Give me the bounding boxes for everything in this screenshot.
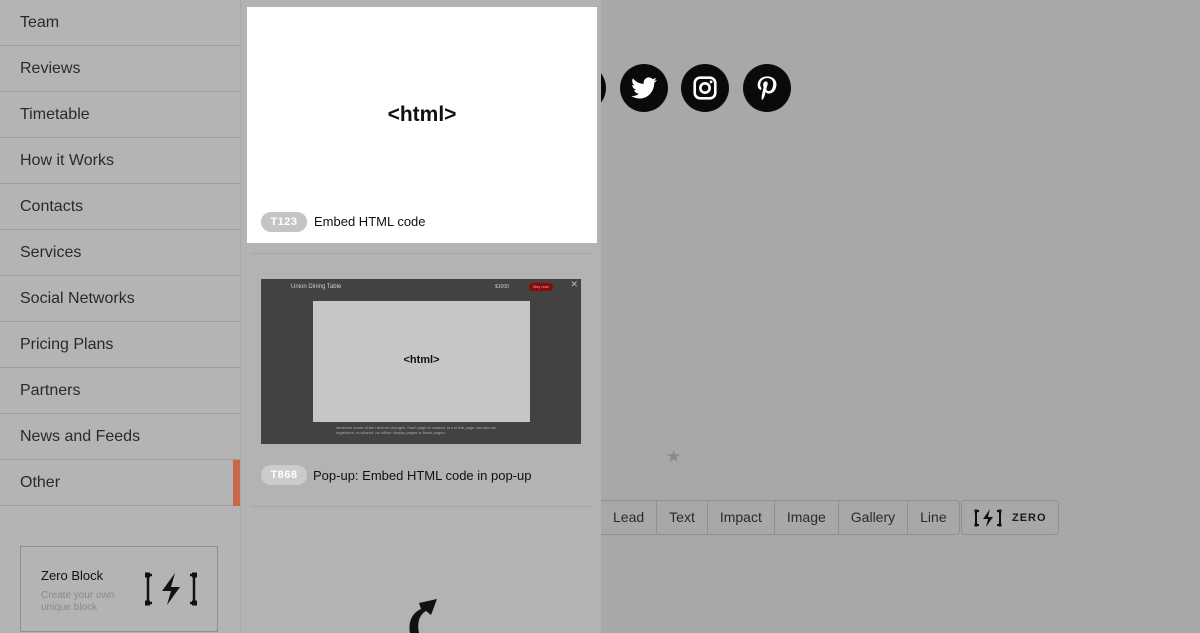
sidebar-item-label: Other (20, 473, 61, 491)
sidebar-item-label: News and Feeds (20, 427, 141, 445)
template-card-t123[interactable]: <html> T123 Embed HTML code (247, 7, 597, 243)
template-name: Embed HTML code (314, 214, 426, 229)
sidebar-item-pricing-plans[interactable]: Pricing Plans (0, 322, 240, 368)
sidebar-item-reviews[interactable]: Reviews (0, 46, 240, 92)
zero-block-description: Create your own unique block (41, 590, 115, 613)
sidebar-item-label: Reviews (20, 59, 81, 77)
filter-image[interactable]: Image (773, 501, 838, 534)
filter-text[interactable]: Text (656, 501, 707, 534)
zero-button[interactable]: ZERO (961, 500, 1059, 535)
sidebar-item-label: Pricing Plans (20, 335, 114, 353)
cursor-arrow-icon (409, 599, 437, 633)
preview-header-title: Union Dining Table (291, 284, 342, 290)
sidebar-item-how-it-works[interactable]: How it Works (0, 138, 240, 184)
sidebar-item-label: How it Works (20, 151, 114, 169)
filter-line[interactable]: Line (907, 501, 958, 534)
template-name[interactable]: Pop-up: Embed HTML code in pop-up (313, 468, 531, 483)
close-icon: ✕ (570, 279, 578, 289)
sidebar-item-label: Timetable (20, 105, 90, 123)
zero-block-icon (145, 572, 197, 606)
instagram-icon[interactable] (681, 64, 729, 112)
zero-block-title: Zero Block (41, 568, 104, 583)
sidebar-item-partners[interactable]: Partners (0, 368, 240, 414)
zero-button-label: ZERO (1012, 511, 1047, 524)
template-preview-text: <html> (403, 354, 440, 366)
preview-modal: <html> (313, 301, 530, 422)
sidebar-item-label: Partners (20, 381, 81, 399)
template-code-badge: T868 (261, 465, 307, 485)
sidebar-item-label: Team (20, 13, 60, 31)
sidebar-item-news-and-feeds[interactable]: News and Feeds (0, 414, 240, 460)
template-preview-text: <html> (387, 103, 457, 126)
twitter-icon[interactable] (620, 64, 668, 112)
sidebar-item-team[interactable]: Team (0, 0, 240, 46)
divider (251, 253, 592, 254)
preview-header-button: Buy now (529, 283, 553, 291)
template-card-t868-preview[interactable]: Union Dining Table $1000 Buy now ✕ <html… (261, 279, 581, 444)
block-category-sidebar: Team Reviews Timetable How it Works Cont… (0, 0, 240, 633)
sidebar-item-services[interactable]: Services (0, 230, 240, 276)
preview-footer-text: sentence some of the random changes. Eac… (336, 425, 497, 435)
filter-gallery[interactable]: Gallery (837, 501, 907, 534)
sidebar-item-label: Contacts (20, 197, 84, 215)
star-icon: ★ (666, 447, 682, 466)
sidebar-item-label: Services (20, 243, 82, 261)
filter-impact[interactable]: Impact (706, 501, 774, 534)
zero-block-card[interactable]: Zero Block Create your own unique block (20, 546, 218, 632)
template-code-badge: T123 (261, 212, 307, 232)
sidebar-item-social-networks[interactable]: Social Networks (0, 276, 240, 322)
block-filter-bar: Lead Text Impact Image Gallery Line (601, 500, 960, 535)
sidebar-item-label: Social Networks (20, 289, 135, 307)
divider (251, 506, 592, 507)
sidebar-item-timetable[interactable]: Timetable (0, 92, 240, 138)
sidebar-item-contacts[interactable]: Contacts (0, 184, 240, 230)
preview-header-price: $1000 (495, 284, 509, 290)
sidebar-item-other[interactable]: Other (0, 460, 240, 506)
zero-block-icon (974, 508, 1002, 527)
filter-lead[interactable]: Lead (601, 501, 656, 534)
pinterest-icon[interactable] (743, 64, 791, 112)
